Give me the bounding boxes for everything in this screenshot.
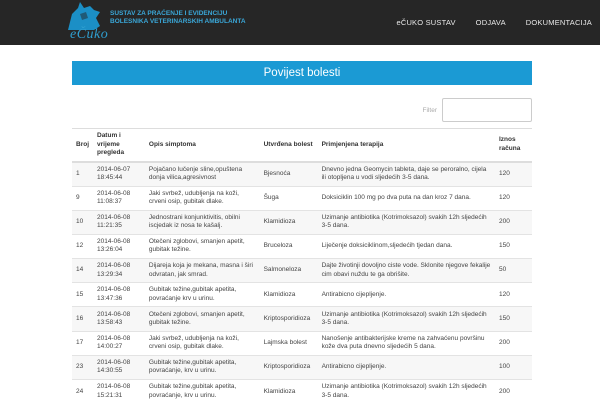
- cell-symptoms: Otečeni zglobovi, smanjen apetit, gubita…: [144, 233, 260, 259]
- table-row[interactable]: 14 2014-06-08 13:29:34 Dijareja koja je …: [72, 258, 532, 283]
- nav-item-sustav[interactable]: eČUKO SUSTAV: [396, 18, 455, 27]
- app-logo[interactable]: eČuko SUSTAV ZA PRAĆENJE I EVIDENCIJU BO…: [60, 0, 246, 45]
- cell-amount: 150: [495, 233, 532, 259]
- cell-disease: Lajmska bolest: [259, 330, 318, 356]
- cell-disease: Kriptosporidioza: [259, 306, 318, 332]
- table-row[interactable]: 24 2014-06-08 15:21:31 Gubitak težine,gu…: [72, 378, 532, 404]
- cell-no: 16: [72, 306, 93, 332]
- filter-row: Filter: [72, 98, 532, 124]
- table-row[interactable]: 23 2014-06-08 14:30:55 Gubitak težine,gu…: [72, 354, 532, 380]
- history-table: Broj Datum i vrijeme pregleda Opis simpt…: [72, 128, 532, 404]
- cell-symptoms: Gubitak težine,gubitak apetita, povraćan…: [144, 282, 260, 307]
- cell-disease: Bjesnoća: [259, 161, 318, 186]
- cell-amount: 200: [495, 209, 532, 235]
- app-subtitle: SUSTAV ZA PRAĆENJE I EVIDENCIJU BOLESNIK…: [110, 10, 246, 25]
- cell-datetime: 2014-06-07 18:45:44: [93, 161, 145, 186]
- filter-input[interactable]: [442, 98, 532, 122]
- header-symptoms[interactable]: Opis simptoma: [144, 128, 260, 163]
- cell-no: 1: [72, 161, 93, 186]
- logo-text: eČuko: [70, 27, 109, 42]
- cell-symptoms: Gubitak težine,gubitak apetita, povraćan…: [144, 378, 260, 404]
- header-no[interactable]: Broj: [72, 128, 93, 163]
- table-row[interactable]: 16 2014-06-08 13:58:43 Otečeni zglobovi,…: [72, 306, 532, 332]
- cell-symptoms: Gubitak težine,gubitak apetita, povraćan…: [144, 354, 260, 380]
- main-nav: eČUKO SUSTAV ODJAVA DOKUMENTACIJA: [376, 0, 592, 45]
- cell-no: 12: [72, 233, 93, 259]
- cell-therapy: Dajte životinji dovoljno ciste vode. Skl…: [317, 258, 495, 283]
- cell-datetime: 2014-06-08 13:29:34: [93, 258, 145, 283]
- cell-datetime: 2014-06-08 14:00:27: [93, 330, 145, 356]
- cell-datetime: 2014-06-08 11:21:35: [93, 209, 145, 235]
- cell-no: 14: [72, 258, 93, 283]
- nav-item-dokumentacija[interactable]: DOKUMENTACIJA: [526, 18, 592, 27]
- table-row[interactable]: 15 2014-06-08 13:47:36 Gubitak težine,gu…: [72, 282, 532, 307]
- cell-symptoms: Jaki svrbež, udubljenja na koži, crveni …: [144, 185, 260, 211]
- cell-therapy: Antirabicno cijepljenje.: [317, 282, 495, 307]
- header-amount[interactable]: Iznos računa: [495, 128, 532, 163]
- header-datetime[interactable]: Datum i vrijeme pregleda: [93, 128, 145, 163]
- cell-datetime: 2014-06-08 11:08:37: [93, 185, 145, 211]
- cell-disease: Šuga: [259, 185, 318, 211]
- cell-no: 10: [72, 209, 93, 235]
- cell-therapy: Nanošenje antibakterijske kreme na zahva…: [317, 330, 495, 356]
- cell-amount: 200: [495, 378, 532, 404]
- table-row[interactable]: 1 2014-06-07 18:45:44 Pojačano lučenje s…: [72, 161, 532, 186]
- table-row[interactable]: 12 2014-06-08 13:26:04 Otečeni zglobovi,…: [72, 233, 532, 259]
- table-row[interactable]: 10 2014-06-08 11:21:35 Jednostrani konju…: [72, 209, 532, 235]
- cell-datetime: 2014-06-08 15:21:31: [93, 378, 145, 404]
- cell-no: 9: [72, 185, 93, 211]
- filter-label: Filter: [422, 107, 437, 114]
- table-row[interactable]: 17 2014-06-08 14:00:27 Jaki svrbež, udub…: [72, 330, 532, 356]
- header-disease[interactable]: Utvrđena bolest: [259, 128, 318, 163]
- cell-datetime: 2014-06-08 14:30:55: [93, 354, 145, 380]
- cell-symptoms: Pojačano lučenje sline,opuštena donja vi…: [144, 161, 260, 186]
- cell-therapy: Doksiciklin 100 mg po dva puta na dan kr…: [317, 185, 495, 211]
- cell-therapy: Uzimanje antibiotika (Kotrimoksazol) sva…: [317, 378, 495, 404]
- header-therapy[interactable]: Primjenjena terapija: [317, 128, 495, 163]
- cell-therapy: Liječenje doksiciklinom,sljedećih tjedan…: [317, 233, 495, 259]
- table-row[interactable]: 9 2014-06-08 11:08:37 Jaki svrbež, udubl…: [72, 185, 532, 211]
- cell-symptoms: Otečeni zglobovi, smanjen apetit, gubita…: [144, 306, 260, 332]
- top-navbar: eČuko SUSTAV ZA PRAĆENJE I EVIDENCIJU BO…: [0, 0, 600, 45]
- cell-amount: 120: [495, 161, 532, 186]
- cell-disease: Kriptosporidioza: [259, 354, 318, 380]
- nav-item-odjava[interactable]: ODJAVA: [476, 18, 506, 27]
- cell-disease: Klamidioza: [259, 209, 318, 235]
- cell-therapy: Antirabicno cijepljenje.: [317, 354, 495, 380]
- cell-amount: 50: [495, 258, 532, 283]
- cell-no: 15: [72, 282, 93, 307]
- cell-datetime: 2014-06-08 13:47:36: [93, 282, 145, 307]
- cell-amount: 100: [495, 354, 532, 380]
- cell-symptoms: Dijareja koja je mekana, masna i širi od…: [144, 258, 260, 283]
- table-header-row: Broj Datum i vrijeme pregleda Opis simpt…: [72, 128, 532, 163]
- cell-disease: Klamidioza: [259, 378, 318, 404]
- cell-amount: 200: [495, 330, 532, 356]
- page-title: Povijest bolesti: [72, 61, 532, 85]
- cell-disease: Klamidioza: [259, 282, 318, 307]
- cell-disease: Salmoneloza: [259, 258, 318, 283]
- cell-no: 24: [72, 378, 93, 404]
- cell-datetime: 2014-06-08 13:58:43: [93, 306, 145, 332]
- cell-therapy: Uzimanje antibiotika (Kotrimoksazol) sva…: [317, 209, 495, 235]
- cell-symptoms: Jaki svrbež, udubljenja na koži, crveni …: [144, 330, 260, 356]
- cell-therapy: Dnevno jedna Geomycin tableta, daje se p…: [317, 161, 495, 186]
- cell-symptoms: Jednostrani konjunktivitis, obilni iscje…: [144, 209, 260, 235]
- cell-no: 23: [72, 354, 93, 380]
- cell-therapy: Uzimanje antibiotika (Kotrimoksazol) sva…: [317, 306, 495, 332]
- cell-datetime: 2014-06-08 13:26:04: [93, 233, 145, 259]
- cell-disease: Bruceloza: [259, 233, 318, 259]
- cell-amount: 120: [495, 282, 532, 307]
- cell-amount: 120: [495, 185, 532, 211]
- cell-amount: 150: [495, 306, 532, 332]
- cell-no: 17: [72, 330, 93, 356]
